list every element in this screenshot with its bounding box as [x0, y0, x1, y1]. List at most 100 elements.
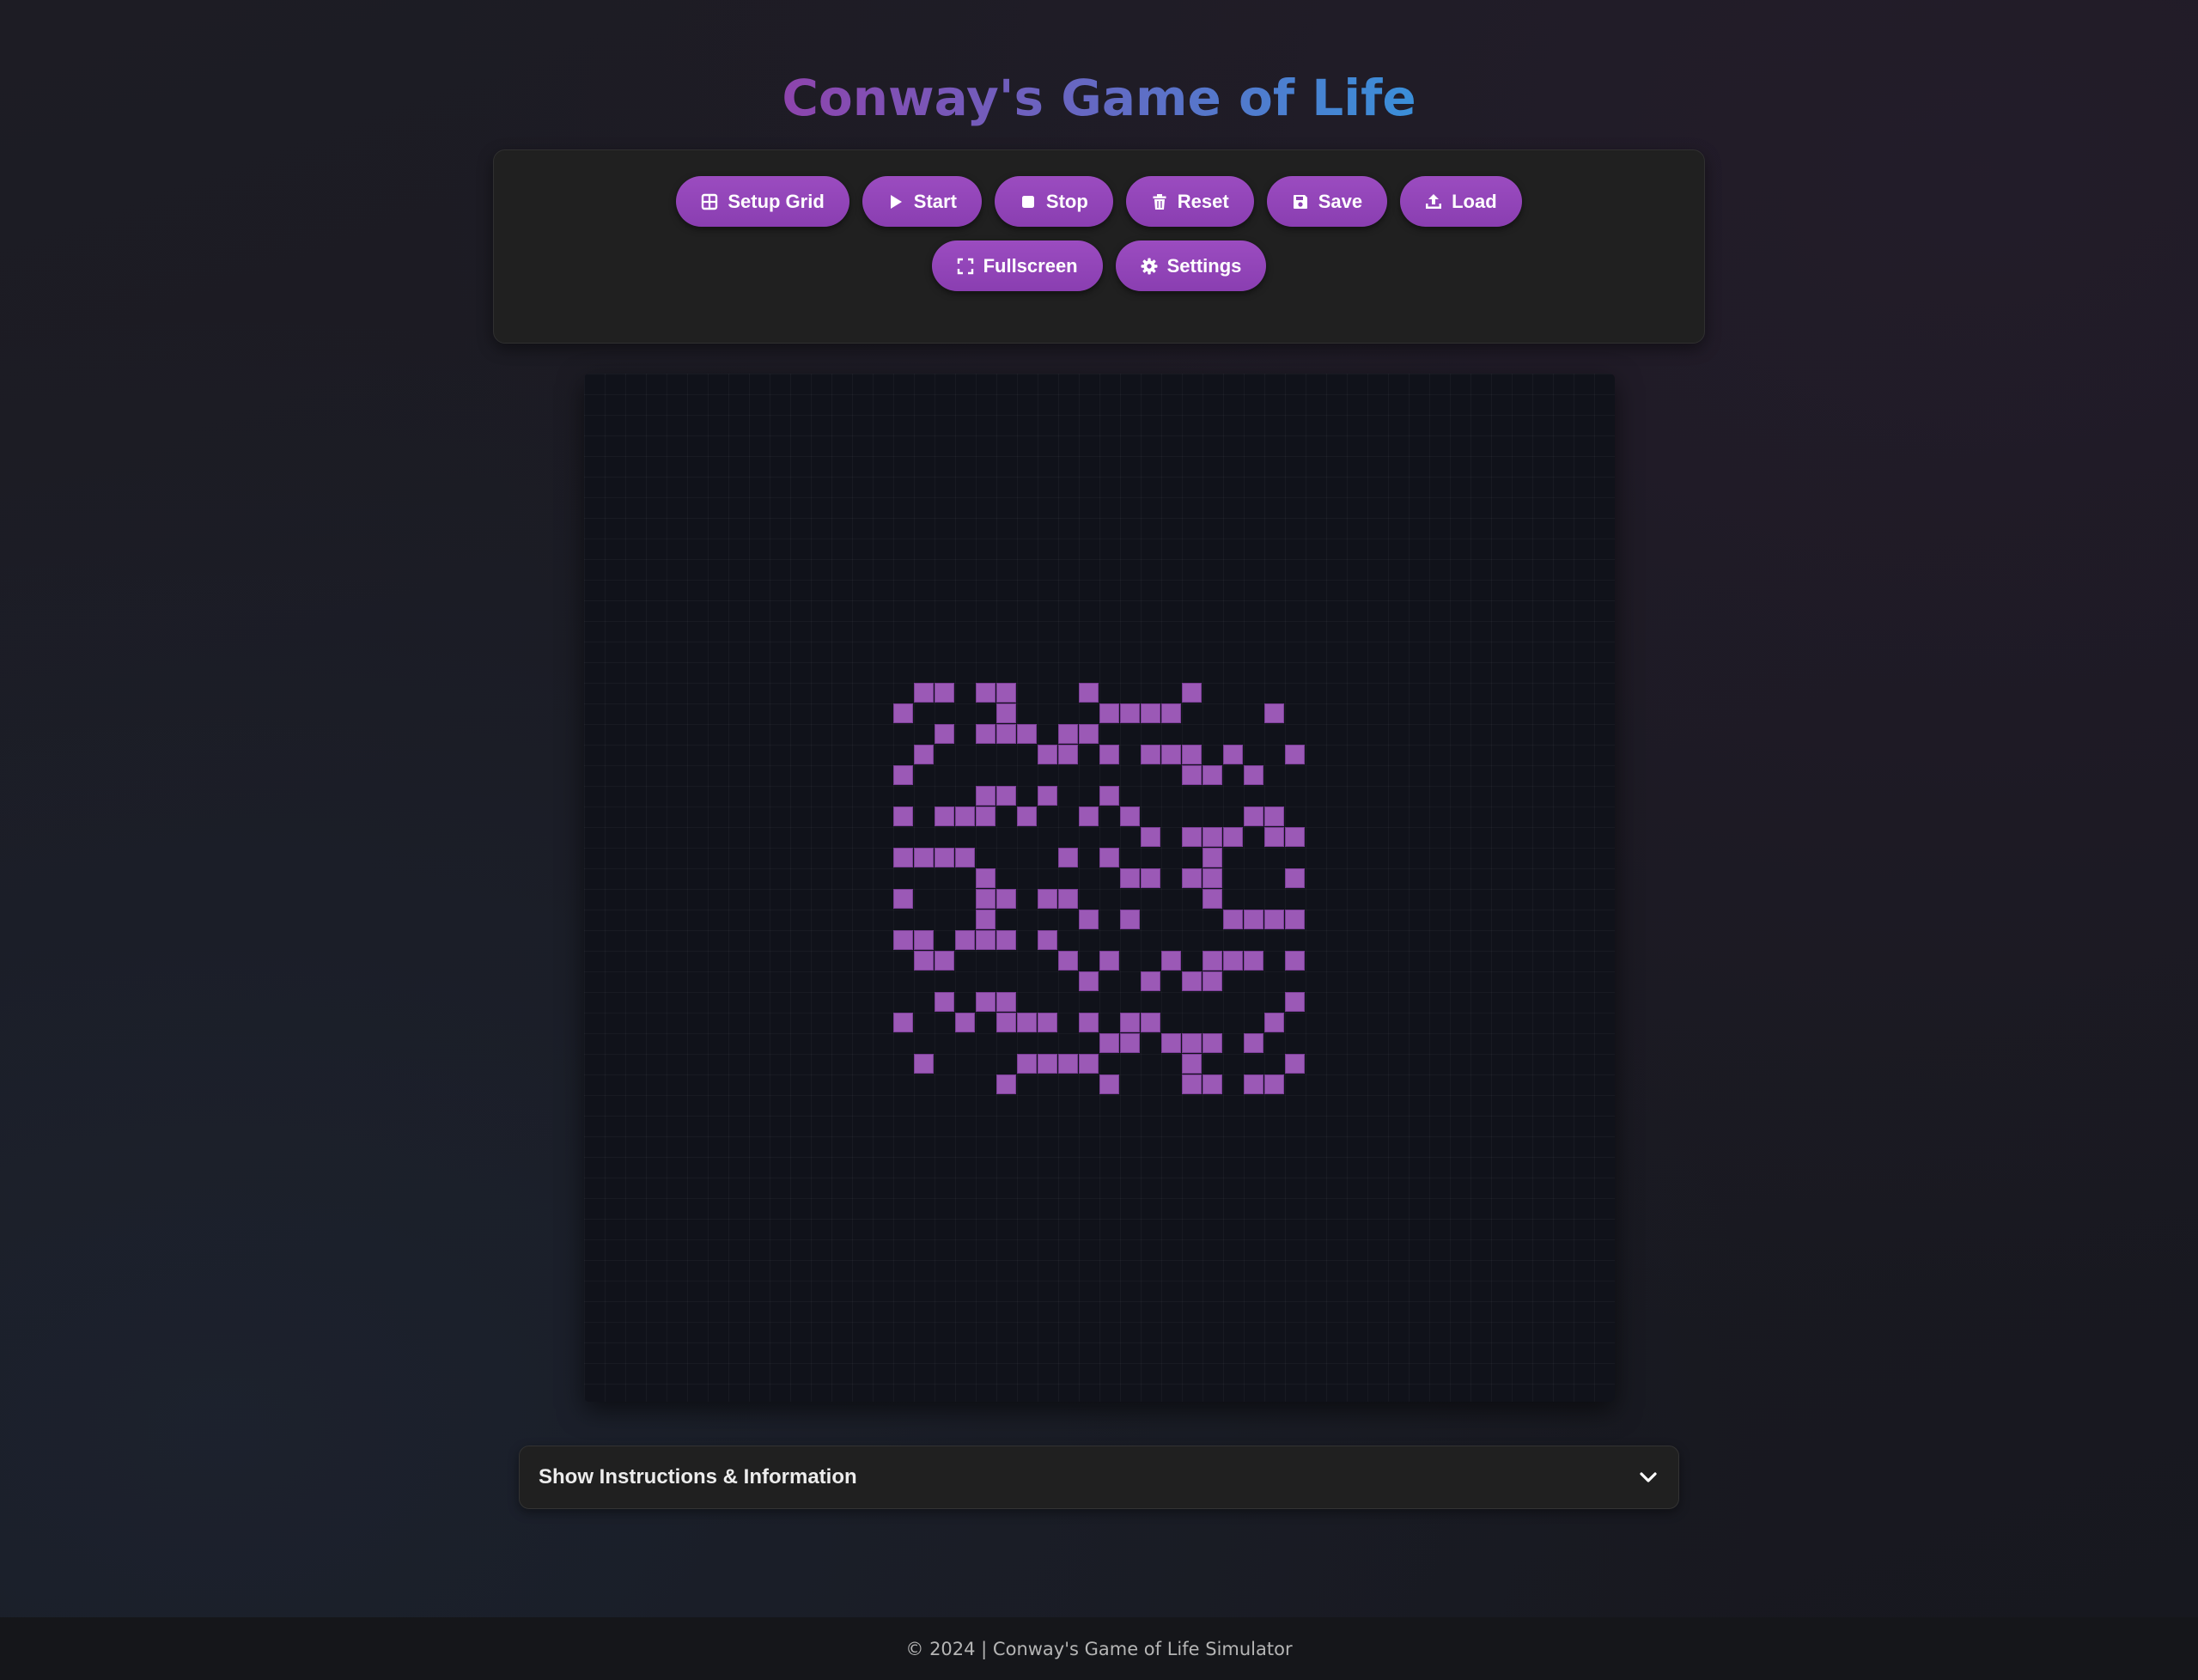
live-cell[interactable]	[1223, 951, 1243, 971]
live-cell[interactable]	[935, 848, 954, 867]
live-cell[interactable]	[1223, 745, 1243, 764]
live-cell[interactable]	[1141, 868, 1160, 888]
live-cell[interactable]	[1017, 807, 1037, 826]
live-cell[interactable]	[1203, 1033, 1222, 1053]
live-cell[interactable]	[1182, 1054, 1202, 1074]
live-cell[interactable]	[1264, 1013, 1284, 1032]
live-cell[interactable]	[1099, 951, 1119, 971]
live-cell[interactable]	[1244, 910, 1263, 929]
live-cell[interactable]	[935, 724, 954, 744]
live-cell[interactable]	[935, 807, 954, 826]
live-cell[interactable]	[1058, 951, 1078, 971]
live-cell[interactable]	[1264, 827, 1284, 847]
live-cell[interactable]	[976, 807, 995, 826]
live-cell[interactable]	[1244, 1074, 1263, 1094]
live-cell[interactable]	[1285, 1054, 1305, 1074]
live-cell[interactable]	[1141, 827, 1160, 847]
live-cell[interactable]	[1038, 745, 1057, 764]
live-cell[interactable]	[1203, 971, 1222, 991]
live-cell[interactable]	[1017, 1054, 1037, 1074]
live-cell[interactable]	[1285, 868, 1305, 888]
live-cell[interactable]	[1264, 1074, 1284, 1094]
live-cell[interactable]	[1161, 1033, 1181, 1053]
stop-button[interactable]: Stop	[994, 176, 1113, 227]
live-cell[interactable]	[1120, 910, 1140, 929]
live-cell[interactable]	[1099, 1033, 1119, 1053]
live-cell[interactable]	[1182, 745, 1202, 764]
live-cell[interactable]	[976, 992, 995, 1012]
live-cell[interactable]	[1120, 703, 1140, 723]
live-cell[interactable]	[1285, 992, 1305, 1012]
live-cell[interactable]	[1079, 1054, 1099, 1074]
live-cell[interactable]	[1058, 1054, 1078, 1074]
live-cell[interactable]	[1223, 910, 1243, 929]
live-cell[interactable]	[1079, 971, 1099, 991]
live-cell[interactable]	[935, 951, 954, 971]
live-cell[interactable]	[1285, 910, 1305, 929]
live-cell[interactable]	[914, 951, 934, 971]
live-cell[interactable]	[935, 683, 954, 703]
live-cell[interactable]	[1182, 868, 1202, 888]
live-cell[interactable]	[1203, 765, 1222, 785]
fullscreen-button[interactable]: Fullscreen	[931, 240, 1103, 291]
live-cell[interactable]	[1244, 807, 1263, 826]
live-cell[interactable]	[1161, 951, 1181, 971]
live-cell[interactable]	[1182, 1033, 1202, 1053]
live-cell[interactable]	[914, 683, 934, 703]
live-cell[interactable]	[1161, 745, 1181, 764]
live-cell[interactable]	[1203, 889, 1222, 909]
live-cell[interactable]	[955, 848, 975, 867]
live-cell[interactable]	[914, 930, 934, 950]
live-cell[interactable]	[996, 786, 1016, 806]
live-cell[interactable]	[1285, 745, 1305, 764]
start-button[interactable]: Start	[862, 176, 982, 227]
live-cell[interactable]	[1264, 910, 1284, 929]
live-cell[interactable]	[1099, 745, 1119, 764]
live-cell[interactable]	[1182, 1074, 1202, 1094]
live-cell[interactable]	[1079, 724, 1099, 744]
live-cell[interactable]	[1099, 786, 1119, 806]
live-cell[interactable]	[914, 1054, 934, 1074]
live-cell[interactable]	[976, 910, 995, 929]
live-cell[interactable]	[1120, 868, 1140, 888]
live-cell[interactable]	[1182, 765, 1202, 785]
live-cell[interactable]	[1182, 971, 1202, 991]
live-cell[interactable]	[976, 889, 995, 909]
live-cell[interactable]	[996, 724, 1016, 744]
live-cell[interactable]	[1120, 807, 1140, 826]
live-cell[interactable]	[893, 807, 913, 826]
live-cell[interactable]	[955, 930, 975, 950]
live-cell[interactable]	[1038, 889, 1057, 909]
live-cell[interactable]	[996, 703, 1016, 723]
live-cell[interactable]	[893, 1013, 913, 1032]
live-cell[interactable]	[996, 1013, 1016, 1032]
live-cell[interactable]	[976, 786, 995, 806]
live-cell[interactable]	[1203, 848, 1222, 867]
live-cell[interactable]	[893, 889, 913, 909]
live-cell[interactable]	[914, 848, 934, 867]
live-cell[interactable]	[1203, 868, 1222, 888]
settings-button[interactable]: Settings	[1115, 240, 1267, 291]
reset-button[interactable]: Reset	[1125, 176, 1254, 227]
live-cell[interactable]	[1244, 1033, 1263, 1053]
live-cell[interactable]	[1038, 1013, 1057, 1032]
live-cell[interactable]	[996, 992, 1016, 1012]
live-cell[interactable]	[1017, 1013, 1037, 1032]
live-cell[interactable]	[893, 765, 913, 785]
live-cell[interactable]	[1141, 703, 1160, 723]
live-cell[interactable]	[1038, 1054, 1057, 1074]
live-cell[interactable]	[955, 1013, 975, 1032]
live-cell[interactable]	[1223, 827, 1243, 847]
live-cell[interactable]	[1264, 703, 1284, 723]
live-cell[interactable]	[1058, 848, 1078, 867]
live-cell[interactable]	[976, 683, 995, 703]
live-cell[interactable]	[976, 724, 995, 744]
setup-grid-button[interactable]: Setup Grid	[676, 176, 849, 227]
live-cell[interactable]	[893, 930, 913, 950]
live-cell[interactable]	[1203, 1074, 1222, 1094]
live-cell[interactable]	[996, 930, 1016, 950]
live-cell[interactable]	[1058, 724, 1078, 744]
live-cell[interactable]	[976, 930, 995, 950]
live-cell[interactable]	[1244, 951, 1263, 971]
live-cell[interactable]	[996, 683, 1016, 703]
